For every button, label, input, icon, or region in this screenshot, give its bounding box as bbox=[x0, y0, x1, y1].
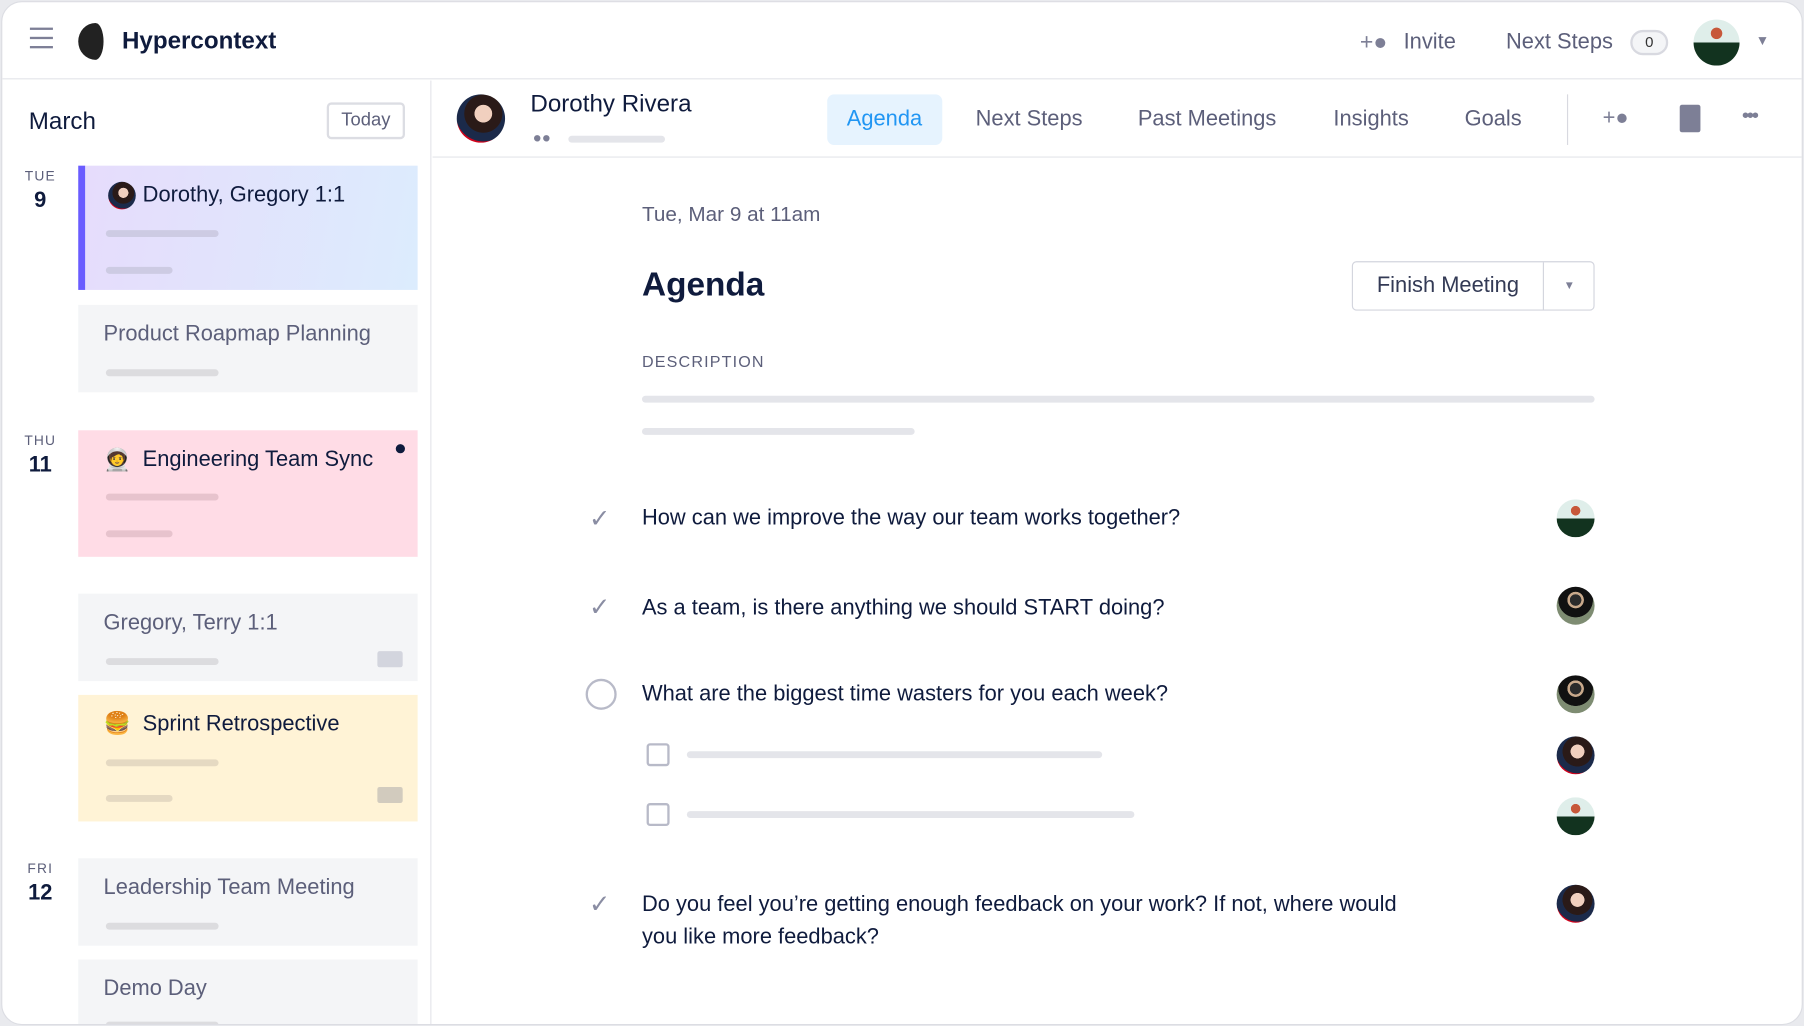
agenda-item[interactable]: As a team, is there anything we should S… bbox=[642, 593, 1165, 625]
meeting-card[interactable]: 🧑‍🚀 Engineering Team Sync bbox=[78, 430, 418, 557]
tab-insights[interactable]: Insights bbox=[1314, 94, 1428, 145]
check-icon[interactable]: ✓ bbox=[589, 593, 610, 623]
logo-icon bbox=[78, 23, 113, 60]
tab-next-steps[interactable]: Next Steps bbox=[956, 94, 1102, 145]
tab-past-meetings[interactable]: Past Meetings bbox=[1118, 94, 1296, 145]
meeting-card[interactable]: Product Roapmap Planning bbox=[78, 304, 418, 393]
day-of-week: THU bbox=[24, 432, 57, 449]
check-icon[interactable]: ✓ bbox=[589, 889, 610, 919]
avatar bbox=[1556, 797, 1595, 836]
description-label: DESCRIPTION bbox=[641, 352, 765, 371]
meeting-card[interactable]: Gregory, Terry 1:1 bbox=[78, 593, 418, 682]
next-steps-link[interactable]: Next Steps bbox=[1506, 30, 1613, 55]
meeting-title: Product Roapmap Planning bbox=[103, 322, 371, 347]
avatar bbox=[1556, 499, 1595, 538]
meeting-title: Gregory, Terry 1:1 bbox=[103, 610, 278, 636]
month-label: March bbox=[28, 108, 96, 135]
video-icon bbox=[377, 651, 403, 668]
app-name: Hypercontext bbox=[121, 27, 277, 55]
agenda-item[interactable]: What are the biggest time wasters for yo… bbox=[642, 679, 1168, 711]
top-bar: Hypercontext +● Invite Next Steps 0 ▼ bbox=[2, 2, 1802, 80]
meeting-title: Demo Day bbox=[103, 976, 207, 1001]
sidebar: March Today TUE 9 THU 11 FRI 12 Dorothy,… bbox=[2, 80, 432, 1024]
tab-goals[interactable]: Goals bbox=[1445, 94, 1541, 145]
avatar bbox=[1556, 675, 1595, 714]
app-window: Hypercontext +● Invite Next Steps 0 ▼ Ma… bbox=[1, 1, 1803, 1026]
person-name: Dorothy Rivera bbox=[530, 90, 692, 118]
day-of-week: FRI bbox=[27, 860, 54, 877]
avatar bbox=[1556, 736, 1595, 775]
user-avatar[interactable] bbox=[1693, 19, 1740, 66]
finish-meeting-split-button: Finish Meeting ▼ bbox=[1351, 261, 1595, 311]
astronaut-icon: 🧑‍🚀 bbox=[103, 448, 131, 473]
day-number: 9 bbox=[34, 188, 47, 213]
chevron-down-icon[interactable]: ▼ bbox=[1544, 262, 1595, 309]
people-icon: ●● bbox=[532, 128, 551, 147]
add-person-icon: +● bbox=[1359, 29, 1388, 56]
open-circle-icon[interactable] bbox=[585, 678, 617, 710]
agenda-item[interactable]: How can we improve the way our team work… bbox=[642, 503, 1180, 535]
check-icon[interactable]: ✓ bbox=[589, 504, 610, 534]
agenda-item[interactable]: Do you feel you’re getting enough feedba… bbox=[642, 889, 1401, 953]
invite-button[interactable]: Invite bbox=[1404, 30, 1456, 55]
task-checkbox[interactable] bbox=[646, 803, 670, 827]
meeting-card[interactable]: Demo Day bbox=[78, 959, 418, 1024]
burger-icon: 🍔 bbox=[103, 712, 131, 737]
tab-agenda[interactable]: Agenda bbox=[827, 94, 942, 145]
unread-dot bbox=[395, 444, 405, 454]
task-checkbox[interactable] bbox=[646, 743, 670, 767]
avatar bbox=[1556, 884, 1595, 923]
meeting-card[interactable]: 🍔 Sprint Retrospective bbox=[78, 694, 418, 822]
video-icon bbox=[377, 786, 403, 804]
today-button[interactable]: Today bbox=[326, 102, 405, 140]
day-of-week: TUE bbox=[24, 167, 56, 185]
add-person-icon[interactable]: +● bbox=[1603, 106, 1629, 131]
day-number: 12 bbox=[28, 881, 53, 906]
day-number: 11 bbox=[28, 453, 52, 478]
menu-icon[interactable] bbox=[29, 27, 53, 49]
meeting-card[interactable]: Dorothy, Gregory 1:1 bbox=[78, 165, 418, 290]
chevron-down-icon[interactable]: ▼ bbox=[1756, 32, 1770, 48]
meeting-title: Sprint Retrospective bbox=[142, 712, 340, 737]
page-title: Agenda bbox=[641, 266, 765, 304]
meeting-title: Engineering Team Sync bbox=[142, 447, 374, 472]
meeting-title: Leadership Team Meeting bbox=[103, 875, 355, 900]
meeting-card[interactable]: Leadership Team Meeting bbox=[78, 858, 418, 946]
person-avatar bbox=[456, 94, 506, 143]
avatar bbox=[1556, 586, 1595, 625]
avatar bbox=[108, 181, 136, 210]
meeting-date: Tue, Mar 9 at 11am bbox=[641, 202, 821, 226]
next-steps-count-badge: 0 bbox=[1630, 29, 1669, 56]
document-icon[interactable] bbox=[1679, 104, 1701, 133]
more-icon[interactable]: ••• bbox=[1742, 104, 1759, 128]
meeting-title: Dorothy, Gregory 1:1 bbox=[142, 182, 346, 208]
divider bbox=[1566, 94, 1569, 145]
finish-meeting-button[interactable]: Finish Meeting bbox=[1353, 262, 1543, 309]
